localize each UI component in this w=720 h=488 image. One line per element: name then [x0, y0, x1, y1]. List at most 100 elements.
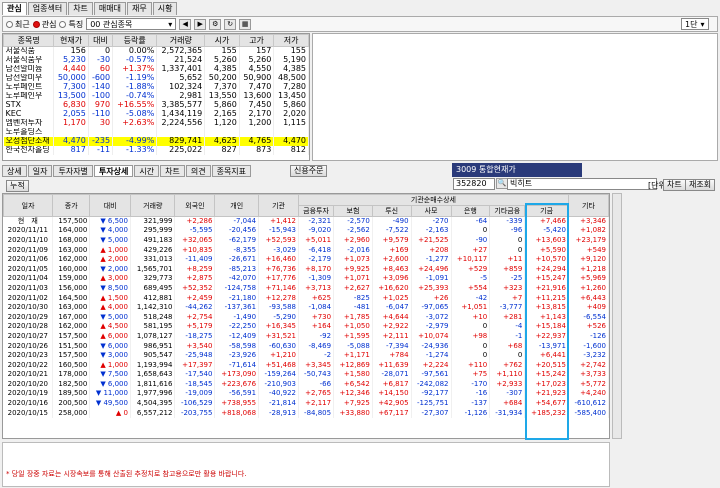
table-row[interactable]: 2020/11/11 164,000 ▼ 4,000 295,999 -5,595 -20… — [3, 226, 609, 236]
arrow-left-icon[interactable]: ◀ — [179, 18, 192, 30]
subtab-2[interactable]: 투자자별 — [53, 165, 93, 177]
table-cell: -2,163 — [411, 226, 452, 236]
arrow-right-icon[interactable]: ▶ — [194, 18, 207, 30]
tab-chart[interactable]: 차트 — [68, 2, 93, 15]
stock-code-input[interactable]: 352820 — [453, 178, 495, 190]
table-cell: +1,025 — [372, 293, 412, 303]
table-cell: +2,875 — [174, 274, 216, 284]
table-row[interactable]: 2020/10/28 162,000 ▲ 4,500 581,195 +5,179 -22… — [3, 322, 609, 332]
grid-icon[interactable]: ▦ — [239, 18, 252, 30]
table-cell: +2,922 — [372, 322, 412, 332]
table-cell: ▼ 8,500 — [89, 283, 131, 294]
table-cell: +20,515 — [524, 360, 569, 370]
table-cell: +16,460 — [258, 254, 299, 265]
tab-sector[interactable]: 업종섹터 — [27, 2, 68, 15]
table-row[interactable]: 2020/11/10 168,000 ▼ 5,000 491,183 +32,065 -6… — [3, 235, 609, 246]
table-cell: +11 — [489, 254, 526, 265]
table-row[interactable]: 2020/11/03 156,000 ▼ 8,500 689,495 +52,352 -1… — [3, 283, 609, 294]
subtab-1[interactable]: 일자 — [27, 165, 53, 177]
col-individual: 개인 — [214, 194, 260, 217]
mode-select[interactable]: 1단 ▾ — [681, 18, 709, 30]
table-row[interactable]: 2020/10/29 167,000 ▼ 5,000 518,248 +2,754 -1,… — [3, 312, 609, 323]
table-cell: ▲ 1,000 — [89, 245, 131, 255]
watch-cell: -1.33% — [112, 145, 158, 155]
table-cell: ▼ 5,000 — [89, 312, 131, 323]
radio-interest[interactable]: 관심 — [32, 19, 56, 30]
radio-recent[interactable]: 최근 — [6, 19, 30, 30]
table-row[interactable]: 2020/10/21 178,000 ▼ 7,500 1,658,643 -17,540… — [3, 370, 609, 380]
watch-row[interactable]: 엠벤처투자 1,170 30 +2.63% 2,224,556 1,120 1,200 1,1… — [3, 118, 309, 128]
table-cell: +75 — [451, 370, 491, 380]
table-cell: -1,091 — [411, 274, 452, 284]
subtab-3[interactable]: 투자상세 — [93, 165, 134, 177]
refresh-icon[interactable]: ↻ — [224, 18, 237, 30]
table-cell: +8,259 — [174, 264, 216, 275]
table-row[interactable]: 2020/10/27 157,500 ▲ 6,000 1,078,127 -18,275… — [3, 331, 609, 342]
credit-order-button[interactable]: 신용주문 — [290, 165, 328, 177]
table-cell: ▲ 0 — [89, 408, 131, 418]
table-cell: +15,247 — [524, 274, 569, 284]
table-cell: 2020/10/19 — [3, 389, 54, 399]
table-cell: +52,352 — [174, 283, 216, 294]
subtab-0[interactable]: 상세 — [2, 165, 27, 177]
table-cell: +10,117 — [451, 254, 491, 265]
col-volume: 거래량 — [129, 194, 176, 217]
table-row[interactable]: 2020/11/05 160,000 ▼ 2,000 1,565,701 +8,259-… — [3, 264, 609, 275]
table-cell: +738,955 — [214, 398, 260, 409]
subtab-5[interactable]: 차트 — [160, 165, 185, 177]
table-row[interactable]: 2020/10/22 160,500 ▲ 1,000 1,193,994 +17,397… — [3, 360, 609, 370]
tab-market[interactable]: 시황 — [152, 2, 178, 15]
tab-finance[interactable]: 재무 — [127, 2, 152, 15]
table-cell: 157,500 — [52, 350, 91, 361]
table-cell: -8,355 — [214, 245, 260, 255]
table-row[interactable]: 2020/10/26 151,500 ▼ 6,000 986,951 +3,540 -58… — [3, 341, 609, 351]
table-row[interactable]: 2020/10/15 258,000 ▲ 0 6,557,212 -203,755 +81… — [3, 408, 609, 418]
table-cell: +68 — [489, 341, 526, 351]
group-select[interactable]: 00 관심종목 ▾ — [86, 18, 177, 30]
table-cell: +1,050 — [333, 322, 373, 332]
table-row[interactable]: 2020/11/04 159,000 ▲ 3,000 329,773 +2,875 -42… — [3, 274, 609, 284]
table-cell: 160,500 — [52, 360, 91, 370]
table-cell: -1,084 — [298, 302, 335, 313]
table-row[interactable]: 2020/11/06 162,000 ▲ 2,000 331,013 -11,409 -2… — [3, 254, 609, 265]
table-cell: +71,146 — [258, 283, 299, 294]
tab-trade[interactable]: 매매대 — [93, 2, 127, 15]
table-row[interactable]: 2020/10/19 189,500 ▼ 11,000 1,977,996 -19,00… — [3, 389, 609, 399]
table-cell: +762 — [489, 360, 526, 370]
table-row[interactable]: 2020/10/30 163,000 ▲ 4,000 1,142,310 -44,262… — [3, 302, 609, 313]
table-cell: 1,565,701 — [130, 264, 176, 275]
table-cell: +1,073 — [333, 254, 373, 265]
col-foreign: 외국인 — [174, 194, 216, 217]
table-cell: 151,500 — [52, 341, 91, 351]
table-row[interactable]: 2020/11/09 163,000 ▲ 1,000 429,226 +10,835 -8… — [3, 245, 609, 255]
table-cell: +2,459 — [174, 293, 216, 303]
subtab-7[interactable]: 종목지표 — [211, 165, 252, 177]
scrollbar[interactable] — [612, 193, 622, 439]
requery-button[interactable]: 재조회 — [685, 179, 716, 191]
table-row[interactable]: 2020/10/16 200,500 ▼ 49,500 4,504,395 -106,5… — [3, 398, 609, 409]
cumulative-button[interactable]: 누적 — [6, 180, 29, 192]
table-cell: +1,785 — [333, 312, 373, 323]
table-cell: 2020/11/03 — [3, 283, 54, 294]
radio-feature[interactable]: 특징 — [59, 19, 83, 30]
table-cell: 157,500 — [52, 331, 91, 342]
subtab-6[interactable]: 의견 — [185, 165, 211, 177]
table-row[interactable]: 2020/10/23 157,500 ▼ 3,000 905,547 -25,948 -2… — [3, 350, 609, 361]
table-cell: +27 — [451, 245, 491, 255]
table-cell: +16,345 — [258, 322, 299, 332]
tab-watchlist[interactable]: 관심 — [2, 2, 27, 15]
watch-cell: 남선알미우 — [3, 73, 55, 83]
table-row[interactable]: 현 재 157,500 ▼ 6,500 321,999 +2,286 -7,044 +1,4… — [3, 216, 609, 227]
table-cell: -21,180 — [214, 293, 260, 303]
chart-button[interactable]: 차트 — [663, 179, 686, 191]
watch-row[interactable]: 한국전자홀딩 817 -11 -1.33% 225,022 827 873 812 — [3, 145, 309, 155]
watch-cell: 오성첨단소재 — [3, 136, 55, 146]
table-row[interactable]: 2020/10/20 182,500 ▼ 6,000 1,811,616 -18,545… — [3, 379, 609, 390]
table-row[interactable]: 2020/11/02 164,500 ▲ 1,500 412,881 +2,459 -21… — [3, 293, 609, 303]
table-cell: +3,096 — [372, 274, 412, 284]
table-cell: 0 — [451, 350, 491, 361]
settings-icon[interactable]: ⚙ — [209, 18, 222, 30]
table-cell: 905,547 — [130, 350, 176, 361]
subtab-4[interactable]: 시간 — [134, 165, 160, 177]
table-cell: +2,960 — [333, 235, 373, 246]
